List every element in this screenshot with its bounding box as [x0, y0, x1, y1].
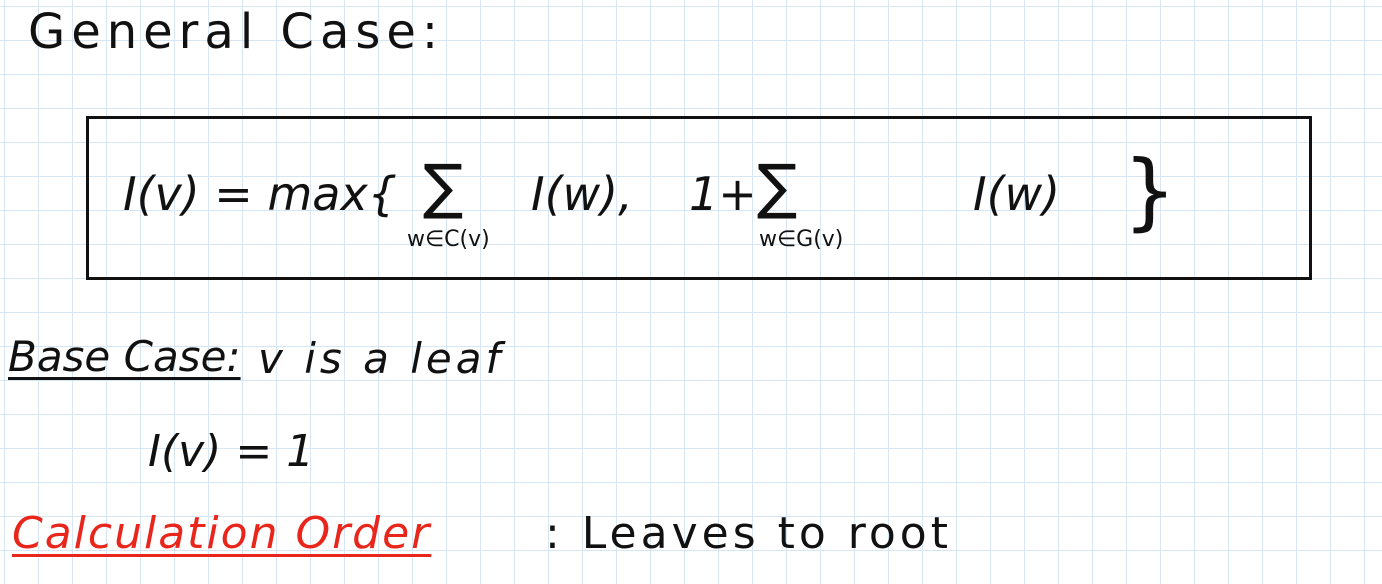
sigma-symbol: ∑ [757, 152, 798, 222]
calculation-order-value: : Leaves to root [545, 508, 952, 559]
note-page: General Case: I(v) = max{ ∑ w∈C(v) I(w),… [0, 0, 1382, 584]
formula-plus: 1+ [689, 167, 757, 221]
sum-grandchildren-subscript: w∈G(v) [759, 227, 844, 252]
base-case-label: Base Case: [8, 332, 241, 381]
general-case-heading: General Case: [28, 4, 445, 60]
formula-lhs: I(v) = max{ [123, 167, 397, 221]
calculation-order-label: Calculation Order [12, 508, 432, 559]
base-case-condition: v is a leaf [258, 334, 505, 383]
base-case-value: I(v) = 1 [148, 426, 315, 477]
formula-term-children: I(w), [531, 167, 633, 221]
formula-close-brace: } [1123, 142, 1177, 240]
sum-over-grandchildren: ∑ w∈G(v) [757, 152, 843, 252]
sigma-symbol: ∑ [423, 152, 464, 222]
sum-children-subscript: w∈C(v) [407, 227, 490, 252]
formula-term-grandchildren: I(w) [973, 167, 1061, 221]
sum-over-children: ∑ w∈C(v) [407, 152, 490, 252]
formula-box: I(v) = max{ ∑ w∈C(v) I(w), 1+ ∑ w∈G(v) I… [86, 116, 1312, 280]
